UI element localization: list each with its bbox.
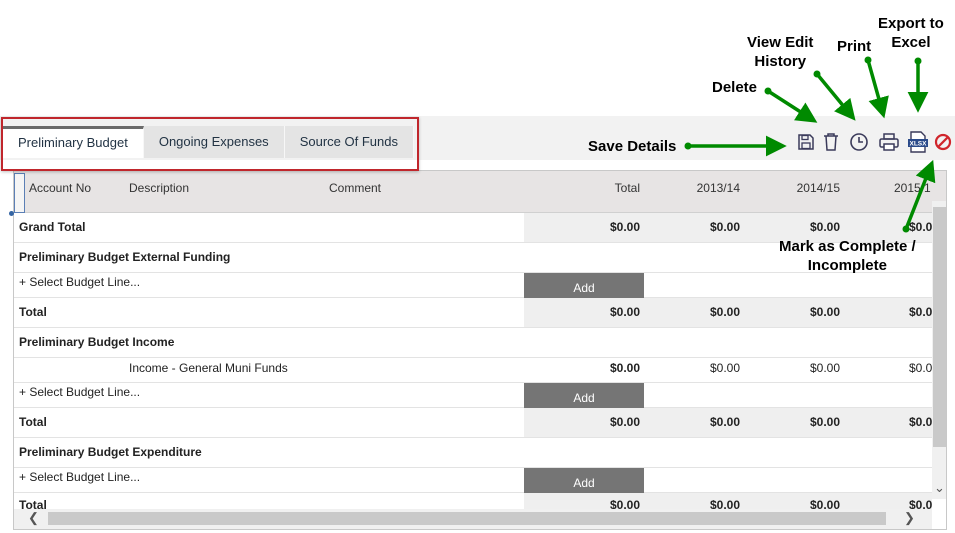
value-2013-14: $0.00 — [709, 415, 740, 429]
view-edit-history-callout: View Edit History — [747, 34, 814, 70]
tab-ongoing-expenses[interactable]: Ongoing Expenses — [143, 126, 285, 158]
line-total: $0.00 — [609, 361, 640, 375]
vertical-scrollbar[interactable]: ⌄ — [932, 201, 946, 499]
total-value: $0.00 — [609, 305, 640, 319]
vertical-scroll-thumb[interactable] — [933, 207, 946, 447]
select-budget-line-link[interactable]: + Select Budget Line... — [19, 383, 140, 401]
table-row-select-line: + Select Budget Line... Add — [14, 383, 932, 408]
grand-total-total: $0.00 — [609, 220, 640, 234]
grid-header: Account No Description Comment Total 201… — [14, 171, 946, 213]
section-title-external-funding: Preliminary Budget External Funding — [19, 250, 231, 264]
total-value: $0.00 — [609, 415, 640, 429]
tab-source-of-funds[interactable]: Source Of Funds — [284, 126, 414, 158]
tab-preliminary-budget[interactable]: Preliminary Budget — [3, 126, 144, 158]
export-to-excel-callout: Export to Excel — [878, 15, 944, 51]
save-icon[interactable] — [795, 130, 817, 154]
delete-callout: Delete — [712, 79, 758, 96]
col-2014-15[interactable]: 2014/15 — [754, 171, 840, 213]
add-button[interactable]: Add — [524, 468, 644, 493]
line-2014-15[interactable]: $0.00 — [754, 358, 840, 378]
table-row-budget-line[interactable]: Income - General Muni Funds $0.00 $0.00 … — [14, 358, 932, 383]
horizontal-scroll-thumb[interactable] — [48, 512, 886, 525]
value-2014-15: $0.00 — [809, 415, 840, 429]
col-comment[interactable]: Comment — [329, 171, 381, 213]
value-2014-15: $0.00 — [809, 305, 840, 319]
print-icon[interactable] — [878, 130, 900, 154]
select-budget-line-link[interactable]: + Select Budget Line... — [19, 468, 140, 486]
table-row-section-title: Preliminary Budget Expenditure — [14, 438, 932, 468]
value-2013-14: $0.00 — [709, 305, 740, 319]
save-details-callout: Save Details — [588, 138, 677, 155]
table-row-total: Total $0.00 $0.00 $0.00 $0.0 — [14, 298, 932, 328]
table-row-section-title: Preliminary Budget Income — [14, 328, 932, 358]
table-row-total: Total $0.00 $0.00 $0.00 $0.0 — [14, 408, 932, 438]
col-2015-16[interactable]: 2015/1 — [894, 171, 931, 213]
select-budget-line-link[interactable]: + Select Budget Line... — [19, 273, 140, 291]
line-description: Income - General Muni Funds — [129, 361, 288, 375]
focus-dot — [9, 211, 14, 216]
add-button[interactable]: Add — [524, 273, 644, 298]
col-account-no[interactable]: Account No — [29, 171, 91, 213]
value-2015-16: $0.0 — [909, 305, 933, 319]
row-label: Total — [19, 305, 47, 319]
row-focus-marker[interactable] — [14, 173, 25, 213]
mark-complete-callout: Mark as Complete / Incomplete — [779, 238, 916, 274]
row-label: Grand Total — [19, 220, 86, 234]
scroll-right-icon[interactable]: ❯ — [904, 511, 915, 525]
col-description[interactable]: Description — [129, 171, 189, 213]
line-2015-16[interactable]: $0.0 — [909, 358, 932, 378]
history-icon[interactable] — [848, 130, 870, 154]
row-label: Total — [19, 415, 47, 429]
print-callout: Print — [837, 38, 872, 55]
col-2013-14[interactable]: 2013/14 — [654, 171, 740, 213]
line-2013-14[interactable]: $0.00 — [654, 358, 740, 378]
value-2015-16: $0.0 — [909, 415, 933, 429]
section-title-expenditure: Preliminary Budget Expenditure — [19, 445, 202, 459]
table-row-select-line: + Select Budget Line... Add — [14, 468, 932, 493]
mark-complete-icon[interactable] — [932, 130, 954, 154]
table-row-select-line: + Select Budget Line... Add — [14, 273, 932, 298]
export-xlsx-icon[interactable]: XLSX — [907, 130, 929, 154]
xlsx-label: XLSX — [910, 141, 928, 148]
tab-bar: Preliminary Budget Ongoing Expenses Sour… — [3, 126, 414, 158]
scroll-left-icon[interactable]: ❮ — [28, 511, 39, 525]
add-button[interactable]: Add — [524, 383, 644, 408]
scroll-down-icon[interactable]: ⌄ — [934, 481, 945, 495]
section-title-income: Preliminary Budget Income — [19, 335, 175, 349]
budget-grid: Account No Description Comment Total 201… — [13, 170, 947, 530]
delete-icon[interactable] — [820, 130, 842, 154]
col-total[interactable]: Total — [554, 171, 640, 213]
grand-total-2013-14: $0.00 — [709, 220, 740, 234]
horizontal-scrollbar[interactable]: ❮ ❯ — [14, 509, 932, 529]
